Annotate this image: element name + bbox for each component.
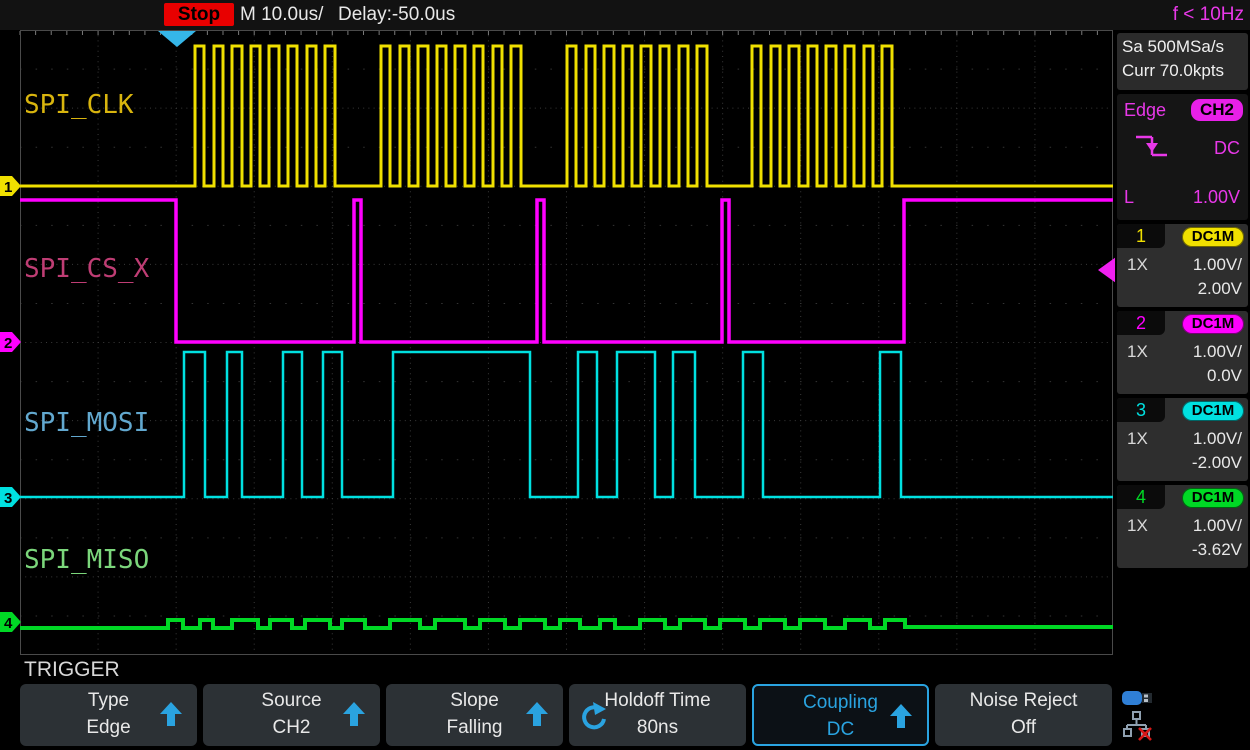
trigger-position-marker[interactable] bbox=[158, 31, 196, 47]
channel-1-scale: 1.00V/ bbox=[1193, 255, 1242, 275]
frequency-counter: f < 10Hz bbox=[1173, 4, 1244, 26]
channel-2-marker[interactable]: 2 bbox=[0, 332, 21, 352]
channel-3-number: 3 bbox=[1117, 398, 1165, 422]
up-arrow-icon bbox=[342, 701, 366, 728]
trace-spi_clk bbox=[20, 46, 1113, 186]
trigger-level-label: L bbox=[1124, 187, 1134, 208]
menu-title: TRIGGER bbox=[24, 658, 120, 682]
channel-2-probe: 1X bbox=[1127, 342, 1148, 362]
trigger-info-panel: Edge CH2 DC L 1.00V bbox=[1117, 94, 1248, 220]
channel-2-panel[interactable]: 2 DC1M 1X 1.00V/ 0.0V bbox=[1117, 311, 1248, 394]
trigger-level-marker[interactable] bbox=[1098, 257, 1116, 283]
signal-label-spi_cs_x: SPI_CS_X bbox=[24, 254, 149, 284]
trigger-coupling: DC bbox=[1214, 138, 1240, 159]
svg-text:4: 4 bbox=[4, 615, 13, 632]
signal-label-spi_miso: SPI_MISO bbox=[24, 545, 149, 575]
channel-4-panel[interactable]: 4 DC1M 1X 1.00V/ -3.62V bbox=[1117, 485, 1248, 568]
channel-1-marker[interactable]: 1 bbox=[0, 176, 21, 196]
channel-1-probe: 1X bbox=[1127, 255, 1148, 275]
channel-1-panel[interactable]: 1 DC1M 1X 1.00V/ 2.00V bbox=[1117, 224, 1248, 307]
signal-label-spi_clk: SPI_CLK bbox=[24, 90, 134, 120]
channel-4-marker[interactable]: 4 bbox=[0, 612, 21, 632]
trigger-source-badge: CH2 bbox=[1191, 99, 1243, 121]
softkey-holdoff[interactable]: Holdoff Time 80ns bbox=[569, 684, 746, 746]
up-arrow-icon bbox=[159, 701, 183, 728]
svg-text:2: 2 bbox=[4, 335, 12, 352]
soft-menu-bar: TRIGGER Type Edge Source CH2 Slope Falli… bbox=[0, 655, 1250, 750]
signal-label-spi_mosi: SPI_MOSI bbox=[24, 408, 149, 438]
svg-text:1: 1 bbox=[4, 179, 12, 196]
usb-connected-icon bbox=[1122, 689, 1156, 707]
softkey-coupling[interactable]: Coupling DC bbox=[752, 684, 929, 746]
channel-4-offset: -3.62V bbox=[1192, 540, 1242, 560]
softkey-slope[interactable]: Slope Falling bbox=[386, 684, 563, 746]
sidebar: Sa 500MSa/s Curr 70.0kpts Edge CH2 DC L … bbox=[1115, 30, 1250, 655]
channel-3-marker[interactable]: 3 bbox=[0, 487, 21, 507]
channel-3-offset: -2.00V bbox=[1192, 453, 1242, 473]
adjust-knob-icon bbox=[579, 701, 607, 731]
lan-disconnected-icon bbox=[1122, 711, 1152, 741]
softkey-source[interactable]: Source CH2 bbox=[203, 684, 380, 746]
trigger-type: Edge bbox=[1124, 100, 1166, 121]
svg-text:3: 3 bbox=[4, 490, 12, 507]
channel-2-offset: 0.0V bbox=[1207, 366, 1242, 386]
channel-3-coupling-badge: DC1M bbox=[1182, 401, 1244, 421]
channel-2-coupling-badge: DC1M bbox=[1182, 314, 1244, 334]
trigger-level-value: 1.00V bbox=[1193, 187, 1240, 208]
channel-1-coupling-badge: DC1M bbox=[1182, 227, 1244, 247]
memory-depth: Curr 70.0kpts bbox=[1117, 57, 1248, 81]
softkey-noise-reject[interactable]: Noise Reject Off bbox=[935, 684, 1112, 746]
channel-4-probe: 1X bbox=[1127, 516, 1148, 536]
sample-rate: Sa 500MSa/s bbox=[1117, 33, 1248, 57]
up-arrow-icon bbox=[889, 703, 913, 730]
channel-1-number: 1 bbox=[1117, 224, 1165, 248]
channel-2-number: 2 bbox=[1117, 311, 1165, 335]
softkey-type[interactable]: Type Edge bbox=[20, 684, 197, 746]
channel-3-scale: 1.00V/ bbox=[1193, 429, 1242, 449]
acquisition-info: Sa 500MSa/s Curr 70.0kpts bbox=[1117, 33, 1248, 90]
up-arrow-icon bbox=[525, 701, 549, 728]
channel-4-number: 4 bbox=[1117, 485, 1165, 509]
falling-edge-icon bbox=[1133, 132, 1171, 160]
trace-spi_cs_x bbox=[20, 200, 1113, 342]
waveform-display: 1 2 3 4 bbox=[0, 0, 1118, 660]
channel-4-coupling-badge: DC1M bbox=[1182, 488, 1244, 508]
channel-3-probe: 1X bbox=[1127, 429, 1148, 449]
trace-spi_miso bbox=[20, 620, 1113, 628]
status-icons bbox=[1118, 687, 1248, 747]
channel-3-panel[interactable]: 3 DC1M 1X 1.00V/ -2.00V bbox=[1117, 398, 1248, 481]
oscilloscope-screen: Stop M 10.0us/ Delay:-50.0us f < 10Hz 1 … bbox=[0, 0, 1250, 750]
channel-2-scale: 1.00V/ bbox=[1193, 342, 1242, 362]
channel-4-scale: 1.00V/ bbox=[1193, 516, 1242, 536]
channel-1-offset: 2.00V bbox=[1198, 279, 1242, 299]
